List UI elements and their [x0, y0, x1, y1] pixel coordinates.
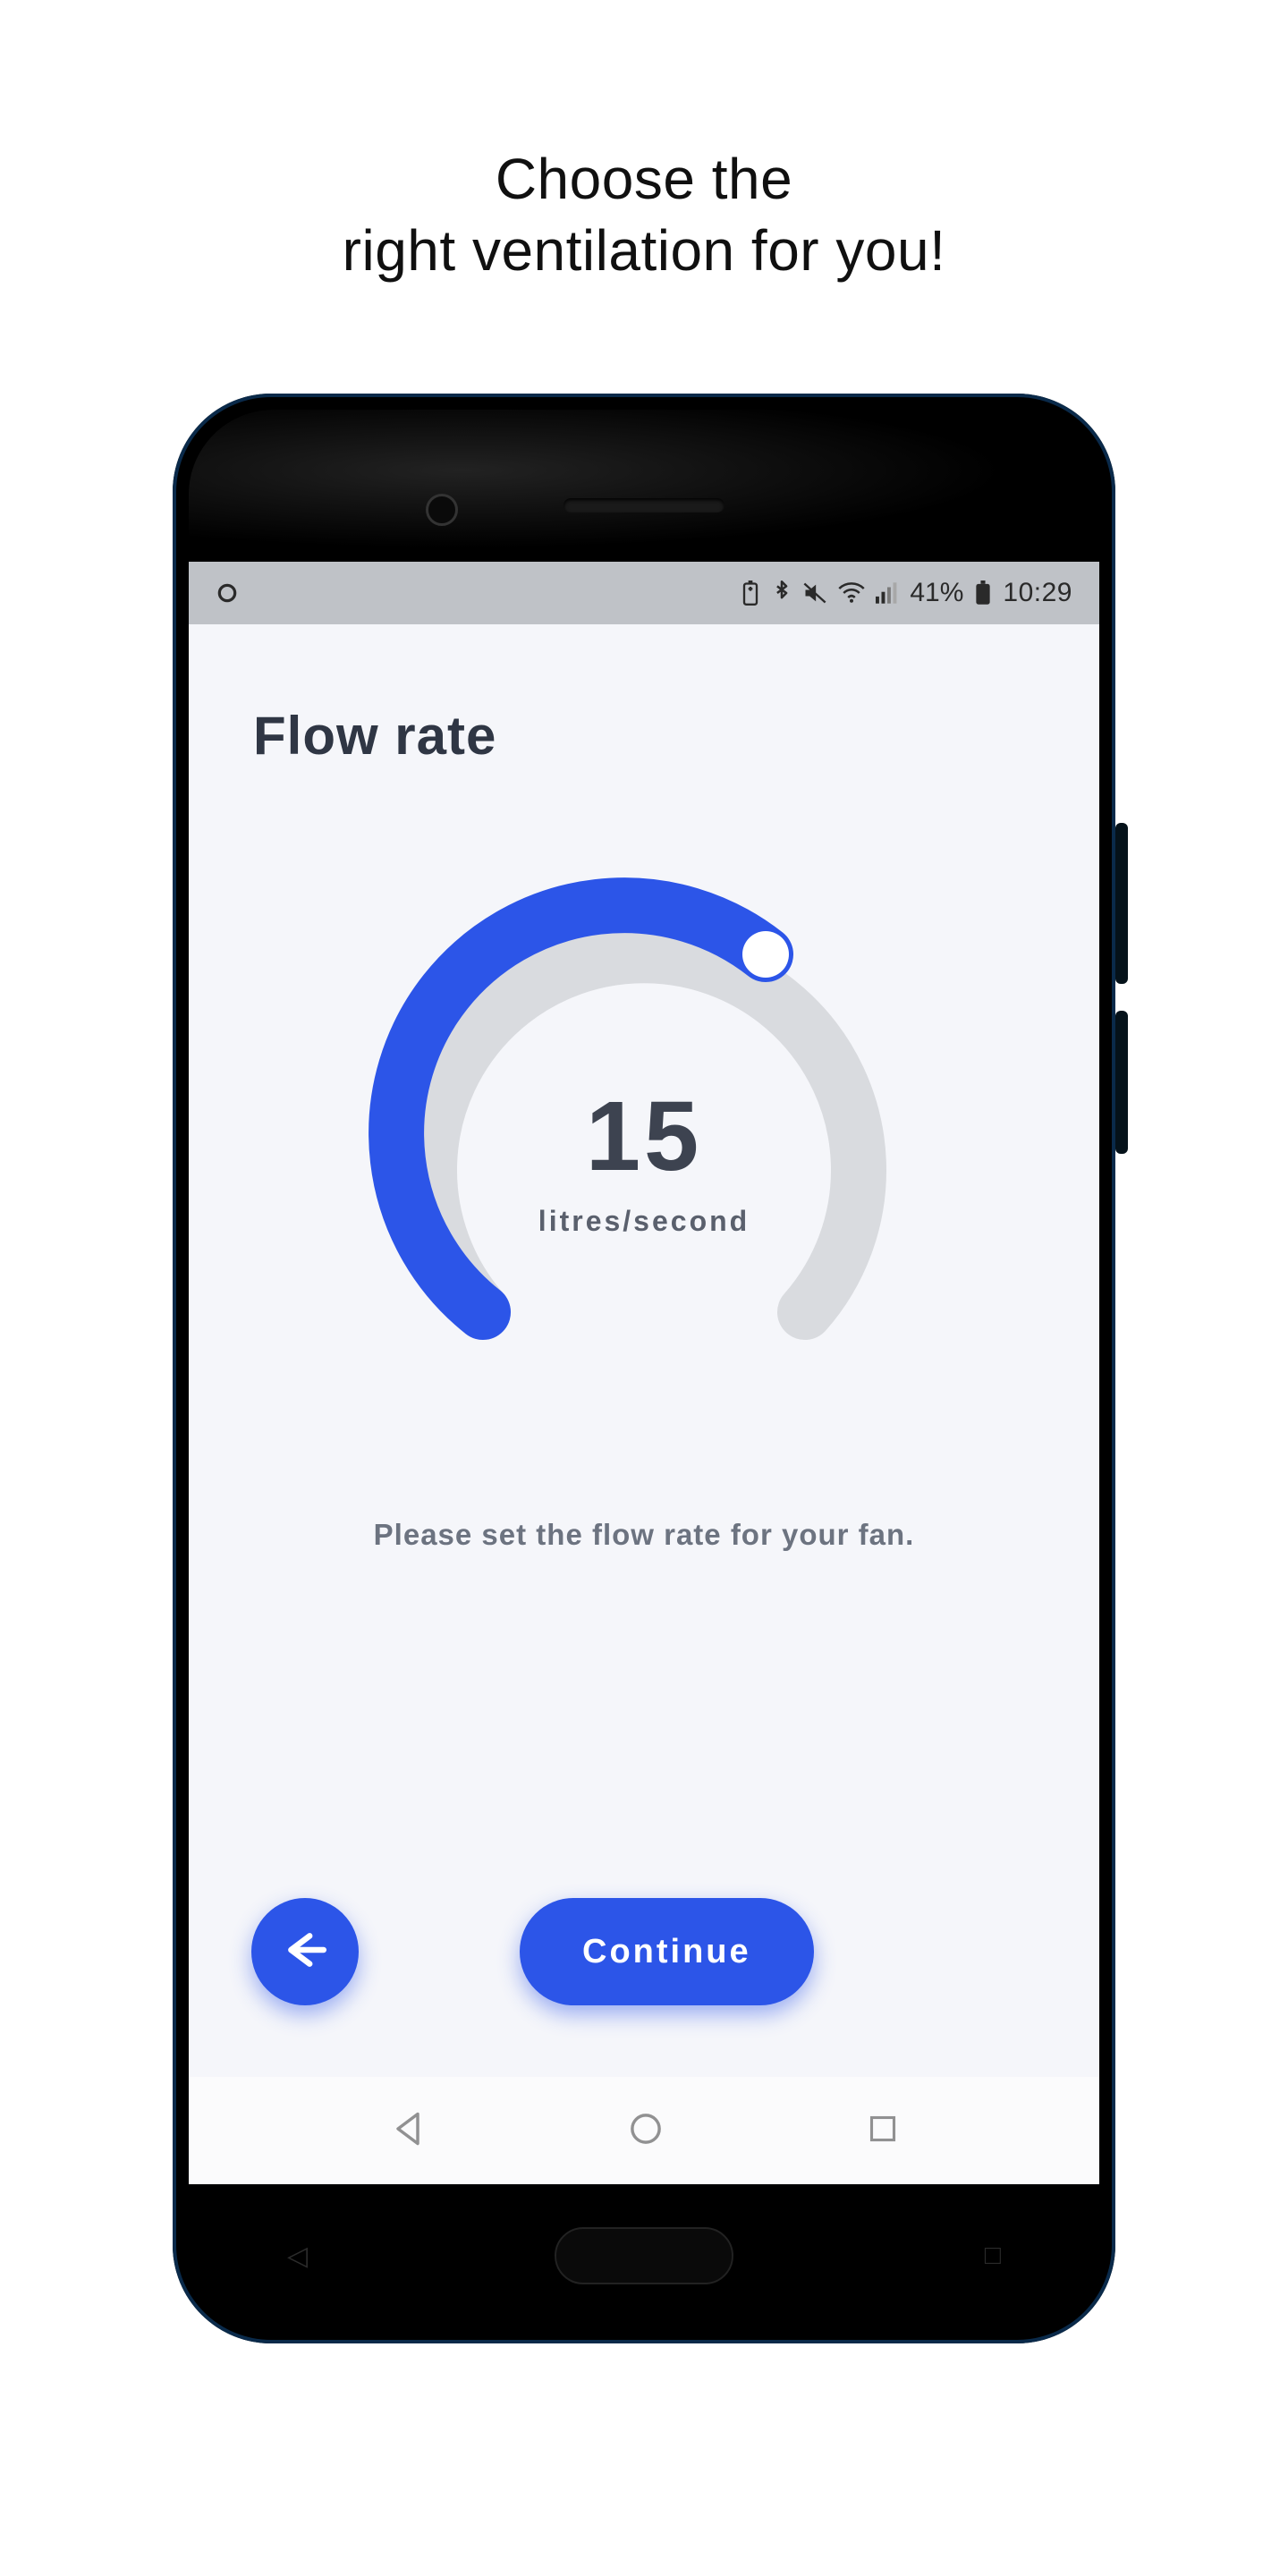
signal-icon [876, 582, 899, 604]
battery-icon [974, 580, 992, 606]
battery-percent-text: 41% [910, 578, 963, 608]
hw-recents-icon: □ [985, 2241, 1001, 2271]
clock-text: 10:29 [1003, 578, 1072, 608]
phone-frame: 41% 10:29 Flow rate [173, 394, 1115, 2343]
front-camera-icon [426, 494, 458, 526]
phone-bezel-bottom: ◁ □ [189, 2184, 1099, 2327]
volume-button [1115, 823, 1128, 984]
power-button [1115, 1011, 1128, 1154]
bottom-actions: Continue [233, 1898, 1055, 2077]
nav-home-icon[interactable] [626, 2109, 665, 2153]
app-body: Flow rate 15 litres/second Please set th… [189, 624, 1099, 2077]
speaker-icon [564, 498, 724, 513]
battery-saver-icon [740, 580, 761, 606]
hint-text: Please set the flow rate for your fan. [233, 1518, 1055, 1552]
promo-headline: Choose the right ventilation for you! [343, 143, 946, 286]
android-nav-bar [189, 2077, 1099, 2184]
phone-screen: 41% 10:29 Flow rate [189, 562, 1099, 2184]
wifi-icon [838, 582, 865, 604]
nav-back-icon[interactable] [388, 2109, 428, 2153]
phone-inner: 41% 10:29 Flow rate [189, 410, 1099, 2327]
gauge-value: 15 [367, 1080, 921, 1193]
arrow-left-icon [282, 1930, 328, 1974]
mute-icon [802, 581, 827, 605]
gauge-unit: litres/second [367, 1205, 921, 1238]
status-bar: 41% 10:29 [189, 562, 1099, 624]
bluetooth-icon [772, 580, 792, 606]
page-title: Flow rate [253, 705, 1055, 767]
hw-back-icon: ◁ [287, 2241, 308, 2272]
continue-button[interactable]: Continue [520, 1898, 814, 2005]
phone-bezel-top [189, 410, 1099, 562]
flow-rate-gauge[interactable]: 15 litres/second [367, 865, 921, 1366]
nav-recents-icon[interactable] [865, 2111, 901, 2151]
promo-line1: Choose the [343, 143, 946, 215]
hw-home-button [555, 2227, 733, 2284]
promo-line2: right ventilation for you! [343, 215, 946, 286]
back-button[interactable] [251, 1898, 359, 2005]
carrier-circle-icon [216, 581, 239, 605]
